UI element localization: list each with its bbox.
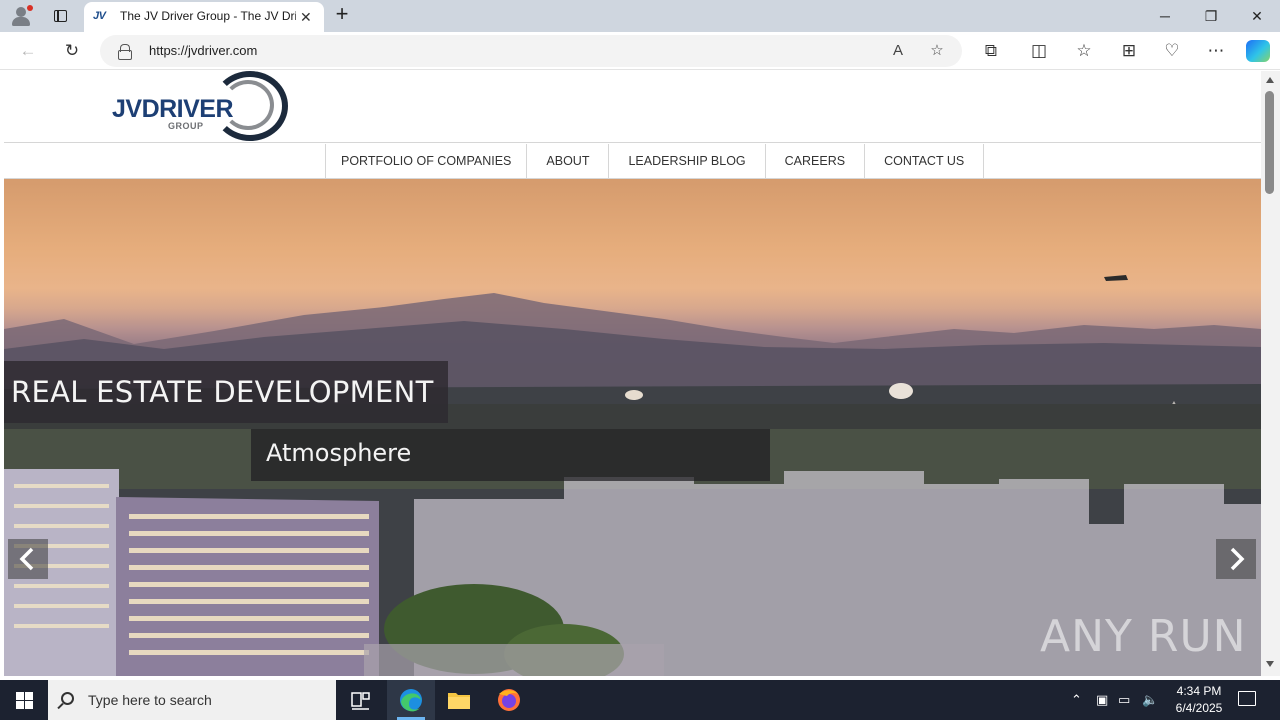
split-screen-icon[interactable]: ◫ [1025,38,1053,64]
minimize-button[interactable]: ─ [1142,4,1188,28]
profile-avatar-icon[interactable] [8,4,34,28]
clock-time: 4:34 PM [1176,684,1222,698]
hero-subheading-box: Atmosphere [251,429,770,481]
windows-start-button[interactable] [0,680,48,720]
hero-city-rendering-image [4,404,1261,676]
slider-next-button[interactable] [1216,539,1256,579]
browser-toolbar: ← ↻ https://jvdriver.com A ☆ ⧉ ◫ ☆ ⊞ ♡ ⋯ [0,32,1280,70]
taskbar-search-box[interactable]: Type here to search [48,680,336,720]
anyrun-watermark: ANY RUN [1040,611,1247,662]
chevron-right-icon [1230,547,1245,571]
jvdriver-logo[interactable]: JVDRIVER GROUP [112,71,292,143]
nav-item-about[interactable]: ABOUT [527,144,610,179]
nav-item-portfolio[interactable]: PORTFOLIO OF COMPANIES [326,144,528,179]
collections-icon[interactable]: ⊞ [1115,38,1143,64]
hero-subheading: Atmosphere [266,439,412,467]
search-icon [61,692,74,705]
hero-slider[interactable]: REAL ESTATE DEVELOPMENT Atmosphere ANY R… [4,179,1261,676]
url-text[interactable]: https://jvdriver.com [149,43,257,58]
network-icon[interactable]: ▭ [1118,692,1130,708]
system-clock[interactable]: 4:34 PM 6/4/2025 [1166,683,1232,717]
page-viewport: JVDRIVER GROUP PORTFOLIO OF COMPANIES AB… [4,71,1261,676]
hero-heading-box: REAL ESTATE DEVELOPMENT [4,361,448,423]
scroll-down-icon[interactable] [1266,661,1274,667]
tab-actions-icon[interactable] [44,4,76,28]
logo-wordmark: JVDRIVER [112,95,234,123]
main-navigation: PORTFOLIO OF COMPANIES ABOUT LEADERSHIP … [4,144,1261,179]
favorites-icon[interactable]: ☆ [1070,38,1098,64]
nav-item-leadership-blog[interactable]: LEADERSHIP BLOG [609,144,766,179]
chevron-left-icon [19,547,34,571]
volume-icon[interactable]: 🔈 [1142,692,1158,708]
favorite-star-icon[interactable]: ☆ [924,39,950,63]
new-tab-button[interactable]: + [330,3,354,27]
hero-heading: REAL ESTATE DEVELOPMENT [11,375,434,409]
settings-more-icon[interactable]: ⋯ [1202,38,1230,64]
read-aloud-icon[interactable]: A [885,39,911,63]
lock-icon[interactable] [118,44,132,60]
copilot-icon[interactable] [1246,40,1270,62]
edge-browser-icon[interactable] [387,680,435,720]
file-explorer-icon[interactable] [435,680,483,720]
scrollbar-thumb[interactable] [1265,91,1274,194]
nav-item-careers[interactable]: CAREERS [766,144,866,179]
slider-prev-button[interactable] [8,539,48,579]
back-arrow-icon[interactable]: ← [14,38,42,64]
browser-tab-active[interactable]: JV The JV Driver Group - The JV Driver G… [84,2,324,32]
tray-network-device-icon[interactable]: ▣ [1096,692,1108,708]
window-close-button[interactable]: ✕ [1234,4,1280,28]
site-favicon-icon: JV [93,10,106,22]
notifications-icon[interactable] [1238,691,1256,706]
browser-essentials-icon[interactable]: ♡ [1158,38,1186,64]
taskbar-search-placeholder: Type here to search [88,692,212,708]
tab-title: The JV Driver Group - The JV Driver Grou… [120,9,296,23]
page-scrollbar[interactable] [1261,71,1280,676]
clock-date: 6/4/2025 [1175,701,1223,715]
extensions-icon[interactable]: ⧉ [977,38,1005,64]
nav-item-contact-us[interactable]: CONTACT US [865,144,985,179]
refresh-icon[interactable]: ↻ [58,38,86,64]
windows-taskbar: Type here to search ⌃ ▣ ▭ 🔈 4:34 PM 6/4/… [0,680,1280,720]
firefox-icon[interactable] [485,680,533,720]
address-bar[interactable]: https://jvdriver.com A ☆ [100,35,962,67]
scroll-up-icon[interactable] [1266,77,1274,83]
logo-subtext: GROUP [168,121,204,131]
browser-tab-strip: JV The JV Driver Group - The JV Driver G… [0,0,1280,32]
restore-button[interactable]: ❐ [1188,4,1234,28]
tab-close-icon[interactable]: ✕ [300,9,312,26]
site-header: JVDRIVER GROUP [4,71,1261,143]
task-view-icon[interactable] [336,680,384,720]
tray-chevron-up-icon[interactable]: ⌃ [1071,692,1082,708]
